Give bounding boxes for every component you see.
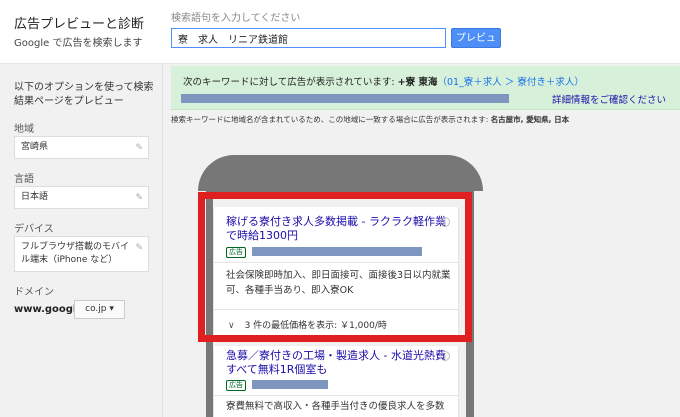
- language-label: 言語: [14, 174, 34, 185]
- info-icon[interactable]: i: [440, 351, 450, 361]
- pencil-icon[interactable]: ✎: [135, 242, 143, 255]
- ad-card-2: 急募／寮付きの工場・製造求人 - 水道光熱費すべて無料1R個室も i 広告 寮費…: [214, 346, 458, 417]
- ad-title-link[interactable]: 急募／寮付きの工場・製造求人 - 水道光熱費すべて無料1R個室も: [226, 349, 446, 377]
- sidebar: 以下のオプションを使って検索結果ページをプレビュー 地域 宮崎県 ✎ 言語 日本…: [0, 64, 163, 417]
- device-value: フルブラウザ搭載のモバイル端末（iPhone など）: [21, 242, 130, 265]
- pencil-icon[interactable]: ✎: [135, 142, 143, 155]
- region-label: 地域: [14, 124, 34, 135]
- region-note-places: 名古屋市, 愛知県, 日本: [490, 115, 570, 124]
- notice-title: 次のキーワードに対して広告が表示されています: +寮 東海（01_寮＋求人 ＞ …: [183, 74, 584, 88]
- main-panel: 次のキーワードに対して広告が表示されています: +寮 東海（01_寮＋求人 ＞ …: [163, 64, 680, 417]
- device-field[interactable]: フルブラウザ搭載のモバイル端末（iPhone など） ✎: [14, 236, 149, 272]
- highlight-frame: [198, 192, 472, 342]
- notice-ad-group-link[interactable]: （01_寮＋求人 ＞ 寮付き＋求人）: [437, 77, 583, 88]
- app-subtitle: Google で広告を検索します: [14, 38, 143, 49]
- search-label: 検索語句を入力してください: [171, 13, 301, 24]
- search-input[interactable]: [171, 28, 446, 48]
- redacted-bar: [252, 380, 328, 389]
- preview-button[interactable]: プレビュー: [451, 28, 501, 59]
- header: 広告プレビューと診断 Google で広告を検索します 検索語句を入力してくださ…: [0, 0, 680, 64]
- notice-keyword: +寮 東海: [397, 77, 438, 88]
- detail-link[interactable]: 詳細情報をご確認ください: [552, 92, 666, 106]
- domain-label: ドメイン: [14, 287, 54, 298]
- app-title: 広告プレビューと診断: [14, 17, 145, 32]
- language-field[interactable]: 日本語 ✎: [14, 186, 149, 209]
- region-value: 宮崎県: [21, 142, 49, 152]
- region-note-prefix: 検索キーワードに地域名が含まれているため、この地域に一致する場合に広告が表示され…: [171, 115, 491, 124]
- sidebar-intro: 以下のオプションを使って検索結果ページをプレビュー: [14, 82, 154, 107]
- language-value: 日本語: [21, 192, 49, 202]
- phone-frame-top: [198, 155, 483, 191]
- domain-select[interactable]: co.jp ▾: [74, 300, 125, 319]
- keyword-notice: 次のキーワードに対して広告が表示されています: +寮 東海（01_寮＋求人 ＞ …: [171, 66, 680, 110]
- redacted-bar: [181, 94, 509, 103]
- ad-description: 寮費無料で高収入・各種手当付きの優良求人を多数: [226, 401, 445, 412]
- pencil-icon[interactable]: ✎: [135, 192, 143, 205]
- divider: [214, 395, 458, 396]
- notice-prefix: 次のキーワードに対して広告が表示されています:: [183, 77, 398, 88]
- ad-badge: 広告: [226, 380, 246, 391]
- device-label: デバイス: [14, 224, 54, 235]
- region-field[interactable]: 宮崎県 ✎: [14, 136, 149, 159]
- region-note: 検索キーワードに地域名が含まれているため、この地域に一致する場合に広告が表示され…: [171, 114, 569, 125]
